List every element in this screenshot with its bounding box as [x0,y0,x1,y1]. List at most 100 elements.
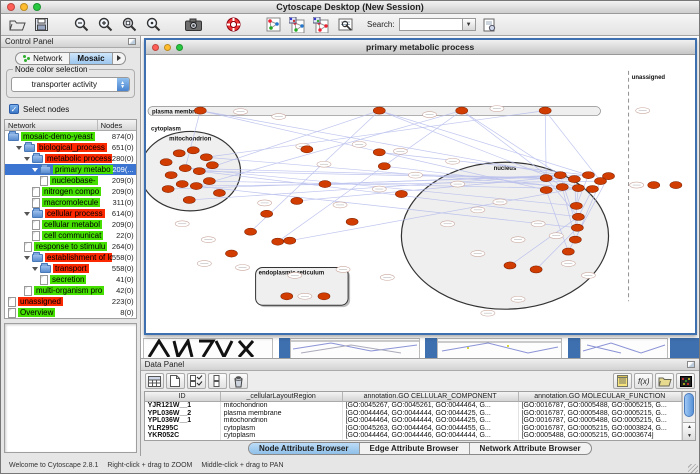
network-label[interactable]: response to stimulu [34,242,107,251]
network-node[interactable] [562,248,574,255]
unselect-attributes-icon[interactable] [208,373,227,389]
network-canvas[interactable]: plasma membranecytoplasmmitochondrionnuc… [146,55,695,333]
network-label[interactable]: cellular process [45,209,105,218]
network-node[interactable] [300,146,312,153]
network-overlay-icon[interactable] [263,16,283,34]
network-node[interactable] [176,180,188,187]
attribute-matrix-icon[interactable] [676,373,695,389]
birds-eye-view[interactable] [4,323,137,453]
network-node[interactable] [455,107,467,114]
expander-icon[interactable] [24,157,30,161]
expander-icon[interactable] [32,168,38,172]
network-node[interactable] [373,149,385,156]
network-node[interactable] [203,178,215,185]
background-window-edge[interactable] [279,338,290,358]
network-node[interactable] [200,154,212,161]
tree-row[interactable]: multi-organism pro42(0) [5,285,136,296]
tab-network[interactable]: Network [16,53,70,64]
network-node[interactable] [206,162,218,169]
tree-row[interactable]: mosaic-demo-yeast874(0) [5,131,136,142]
network-node[interactable] [395,190,407,197]
network-label[interactable]: nitrogen compo [42,187,101,196]
network-label[interactable]: multi-organism pro [34,286,104,295]
network-node[interactable] [193,168,205,175]
network-node[interactable] [554,172,566,179]
tree-column-nodes[interactable]: Nodes [98,120,136,130]
background-window-edge[interactable] [568,338,580,358]
network-node[interactable] [570,202,582,209]
notes-icon[interactable] [613,373,632,389]
network-overlay-badge1-icon[interactable] [287,16,307,34]
tree-row[interactable]: response to stimulu264(0) [5,241,136,252]
background-window-fragment[interactable] [437,338,562,358]
new-attribute-icon[interactable] [166,373,185,389]
resize-grip[interactable] [688,464,698,474]
tab-edge-attribute-browser[interactable]: Edge Attribute Browser [360,443,470,454]
network-node[interactable] [602,173,614,180]
network-node[interactable] [568,176,580,183]
expander-icon[interactable] [24,212,30,216]
network-node[interactable] [260,210,272,217]
network-label[interactable]: cell communicat [42,231,103,240]
network-overlay-badge2-icon[interactable] [311,16,331,34]
attribute-table-icon[interactable] [145,373,164,389]
scrollbar-arrows-icon[interactable]: ▲▼ [683,422,696,440]
network-label[interactable]: biological_process [37,143,107,152]
tab-network-attribute-browser[interactable]: Network Attribute Browser [470,443,591,454]
help-ring-icon[interactable] [223,16,243,34]
open-folder-icon[interactable] [7,16,27,34]
column-header[interactable]: annotation.GO CELLULAR_COMPONENT [343,392,519,401]
network-node[interactable] [504,262,516,269]
table-row[interactable]: YPL036W__1mitochondrion[GO:0044464, GO:0… [145,417,682,425]
float-data-panel-icon[interactable] [687,361,695,368]
table-scrollbar[interactable]: ▲▼ [682,392,695,440]
table-row[interactable]: YDR039C__1mitochondrion[GO:0044464, GO:0… [145,440,682,441]
zoom-out-icon[interactable] [71,16,91,34]
zoom-fit-icon[interactable] [143,16,163,34]
background-window-edge[interactable] [670,338,699,358]
network-window-titlebar[interactable]: primary metabolic process [146,40,695,55]
function-builder-icon[interactable]: f(x) [634,373,653,389]
tree-row[interactable]: nucleobase-209(0) [5,175,136,186]
tree-column-network[interactable]: Network [5,120,98,130]
tree-row[interactable]: metabolic process280(0) [5,153,136,164]
tree-row[interactable]: cellular process614(0) [5,208,136,219]
tree-row[interactable]: establishment of lo558(0) [5,252,136,263]
form-search-icon[interactable] [335,16,355,34]
column-header[interactable]: _cellularLayoutRegion [221,392,343,401]
network-node[interactable] [540,175,552,182]
network-node[interactable] [539,107,551,114]
network-node[interactable] [283,237,295,244]
network-node[interactable] [187,147,199,154]
network-node[interactable] [290,197,302,204]
tree-row[interactable]: cell communicat22(0) [5,230,136,241]
network-node[interactable] [194,107,206,114]
network-node[interactable] [569,236,581,243]
network-node[interactable] [319,180,331,187]
network-node[interactable] [373,107,385,114]
network-node[interactable] [346,218,358,225]
zoom-in-icon[interactable] [95,16,115,34]
save-icon[interactable] [31,16,51,34]
network-node[interactable] [179,165,191,172]
node-color-attribute-select[interactable]: transporter activity ▲▼ [11,77,130,92]
network-node[interactable] [213,189,225,196]
network-node[interactable] [586,185,598,192]
search-input[interactable] [399,18,463,31]
background-window-fragment[interactable] [580,338,668,358]
network-node[interactable] [280,293,292,300]
network-node[interactable] [556,183,568,190]
tree-row[interactable]: secretion41(0) [5,274,136,285]
snapshot-icon[interactable] [183,16,203,34]
expander-icon[interactable] [24,256,30,260]
search-dropdown-icon[interactable]: ▼ [463,18,476,31]
page-settings-icon[interactable] [480,16,500,34]
network-node[interactable] [162,185,174,192]
table-row[interactable]: YJR121W__1mitochondrion[GO:0045267, GO:0… [145,402,682,410]
network-node[interactable] [271,238,283,245]
network-node[interactable] [669,181,681,188]
float-panel-icon[interactable] [128,38,136,45]
network-node[interactable] [165,172,177,179]
tab-node-attribute-browser[interactable]: Node Attribute Browser [249,443,360,454]
network-label[interactable]: establishment of lo [45,253,116,262]
